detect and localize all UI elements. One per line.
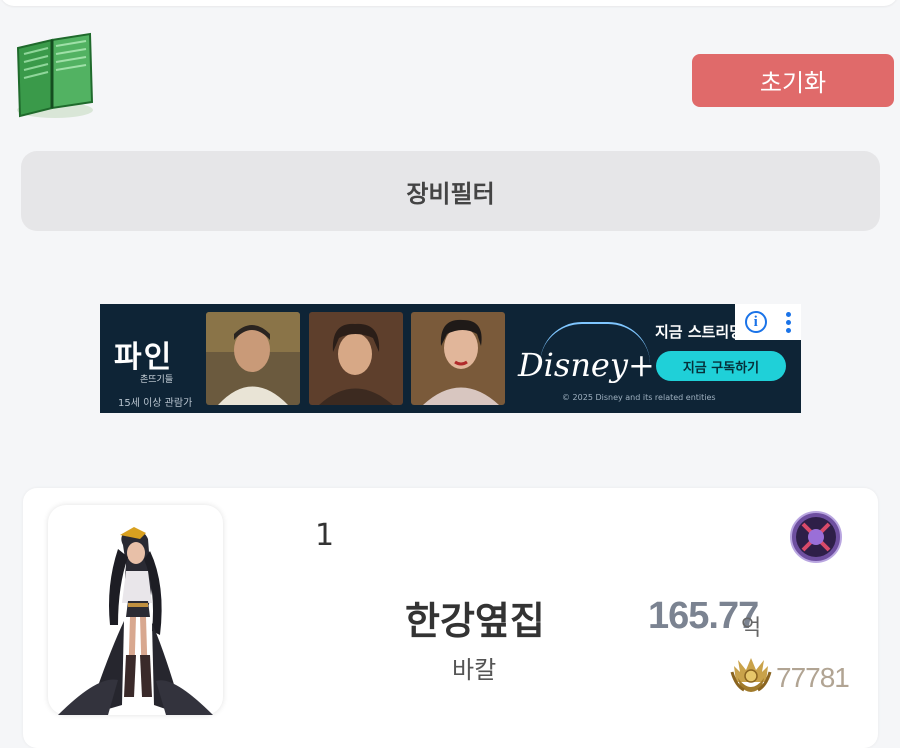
fame-crest-icon	[730, 658, 772, 692]
ad-photo-man	[206, 312, 300, 405]
advertisement-banner[interactable]: 파인 촌뜨기들 15세 이상 관람가 Disney+ 지금 스트리밍 중 지금 …	[100, 304, 801, 413]
ad-photo-young-man	[309, 312, 403, 405]
info-icon[interactable]: i	[744, 311, 767, 333]
ad-subscribe-button[interactable]: 지금 구독하기	[656, 351, 786, 381]
guild-emblem-icon[interactable]	[789, 510, 843, 564]
top-card	[0, 0, 898, 6]
ad-title: 파인	[114, 340, 174, 375]
ad-subtitle: 촌뜨기들	[140, 375, 174, 385]
ad-age-rating: 15세 이상 관람가	[118, 398, 193, 409]
ad-copyright: © 2025 Disney and its related entities	[562, 393, 716, 402]
ad-brand: Disney+	[518, 346, 655, 384]
reset-button[interactable]: 초기화	[692, 54, 894, 107]
fame-value: 77781	[776, 662, 850, 693]
character-name[interactable]: 한강옆집	[405, 590, 545, 645]
rank-number: 1	[315, 518, 335, 553]
combat-power-unit: 억	[741, 616, 762, 641]
character-avatar[interactable]	[48, 505, 223, 715]
equipment-filter-button[interactable]: 장비필터	[21, 151, 880, 231]
character-sprite	[58, 527, 213, 715]
book-icon[interactable]	[12, 30, 98, 120]
ad-photo-woman	[411, 312, 505, 405]
kebab-icon[interactable]	[786, 311, 792, 333]
ad-choices[interactable]: i	[735, 304, 801, 340]
character-class: 바칼	[452, 656, 497, 684]
